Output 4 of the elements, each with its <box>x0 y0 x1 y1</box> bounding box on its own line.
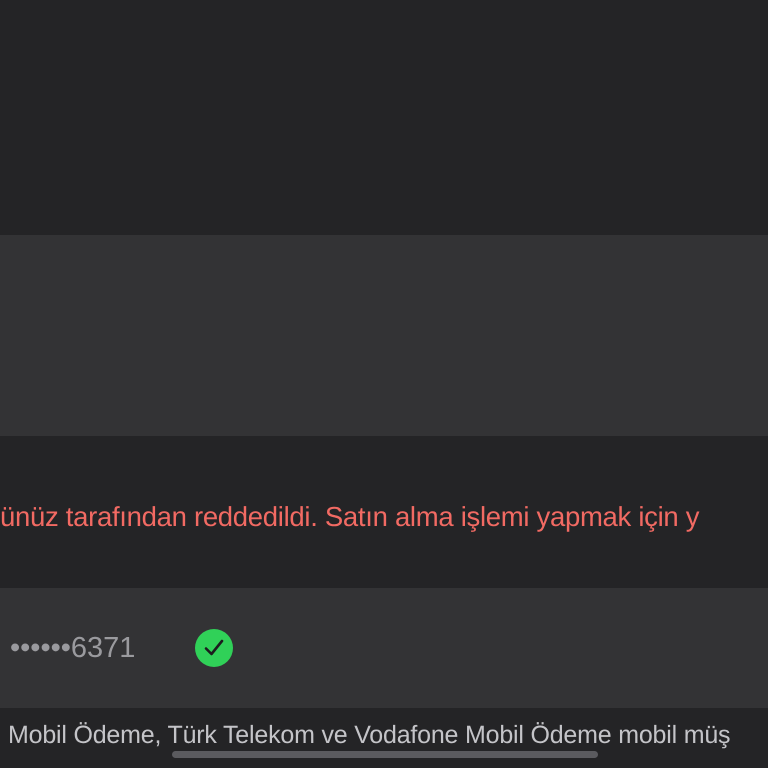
phone-number: ••••••6371 <box>10 632 136 664</box>
error-message: ünüz tarafından reddedildi. Satın alma işlemi yapmak için y <box>0 501 700 533</box>
payment-row[interactable]: ••••••6371 <box>0 588 768 708</box>
info-text: Mobil Ödeme, Türk Telekom ve Vodafone Mobil Ödeme mobil müş <box>7 722 732 749</box>
